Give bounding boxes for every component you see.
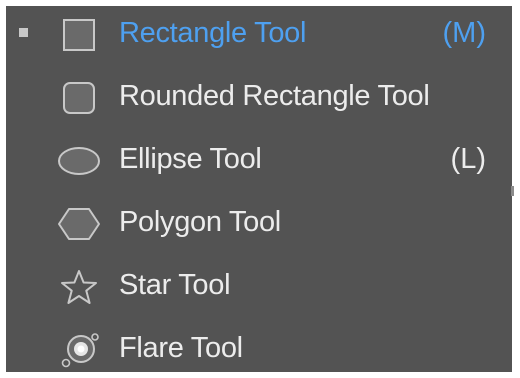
tool-item-star[interactable]: Star Tool <box>6 258 512 314</box>
tool-item-rectangle[interactable]: Rectangle Tool (M) <box>6 6 512 62</box>
rounded-rectangle-icon <box>56 80 102 116</box>
tool-label-flare: Flare Tool <box>119 332 243 364</box>
star-icon <box>56 269 102 305</box>
tool-label-ellipse: Ellipse Tool <box>119 143 262 175</box>
tool-label-rounded-rectangle: Rounded Rectangle Tool <box>119 80 430 112</box>
polygon-icon <box>56 206 102 242</box>
tool-shortcut-rectangle: (M) <box>442 17 486 49</box>
tool-label-star: Star Tool <box>119 269 231 301</box>
tool-item-polygon[interactable]: Polygon Tool <box>6 195 512 251</box>
tool-item-flare[interactable]: Flare Tool <box>6 321 512 377</box>
tool-label-polygon: Polygon Tool <box>119 206 281 238</box>
panel-edge-handle <box>511 186 514 196</box>
tool-item-rounded-rectangle[interactable]: Rounded Rectangle Tool <box>6 69 512 125</box>
ellipse-icon <box>56 143 102 179</box>
tool-shortcut-ellipse: (L) <box>450 143 486 175</box>
rectangle-icon <box>56 17 102 53</box>
tool-label-rectangle: Rectangle Tool <box>119 17 307 49</box>
active-tool-marker <box>19 28 28 37</box>
flare-icon <box>56 332 102 368</box>
tool-item-ellipse[interactable]: Ellipse Tool (L) <box>6 132 512 188</box>
shape-tools-flyout: Rectangle Tool (M) Rounded Rectangle Too… <box>6 6 512 372</box>
